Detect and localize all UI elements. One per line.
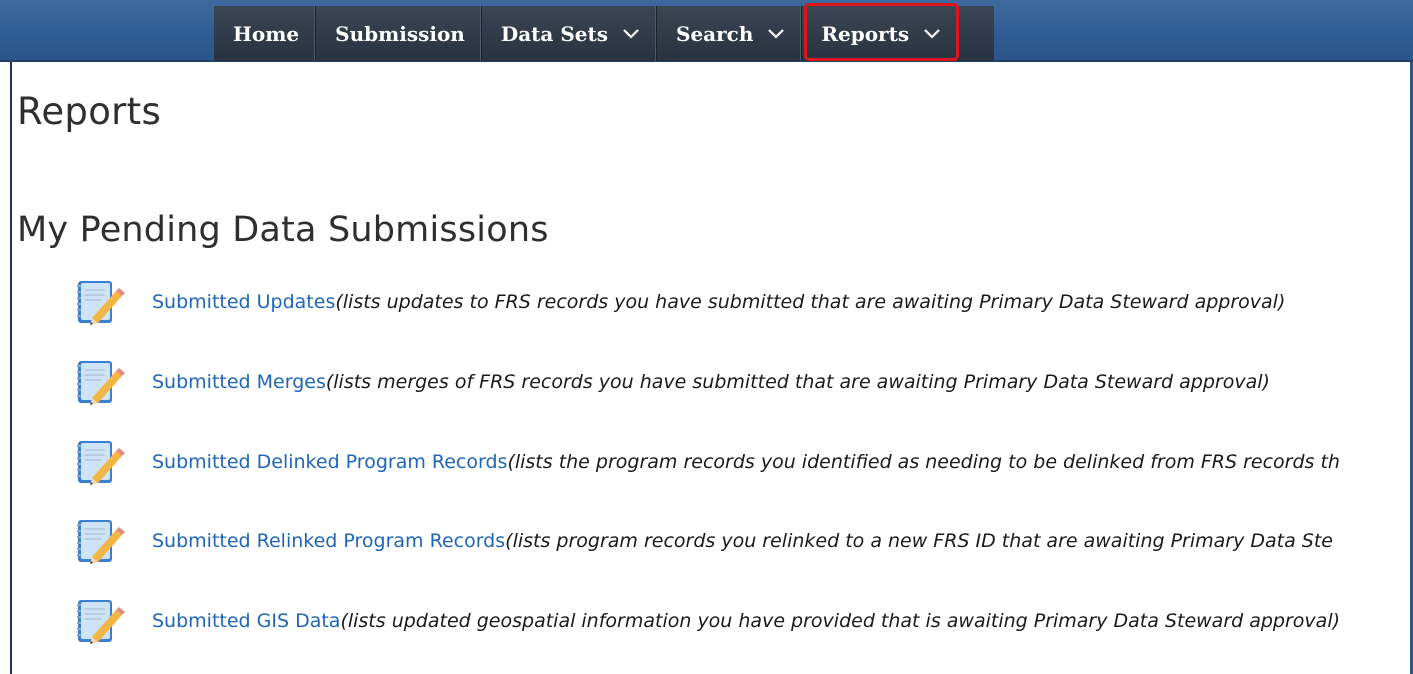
report-description: (lists merges of FRS records you have su… <box>325 371 1270 393</box>
notepad-pencil-icon <box>77 281 125 325</box>
report-link[interactable]: Submitted Relinked Program Records <box>152 530 505 552</box>
content-left-border <box>10 62 12 674</box>
chevron-down-icon <box>768 28 785 39</box>
nav-search[interactable]: Search <box>657 6 803 61</box>
report-link[interactable]: Submitted Updates <box>152 291 335 313</box>
page: Home Submission Data Sets Search Reports… <box>0 0 1413 674</box>
notepad-pencil-icon <box>77 441 125 485</box>
notepad-pencil-icon <box>77 361 125 405</box>
nav-home-label: Home <box>233 21 300 46</box>
page-title: Reports <box>17 90 162 133</box>
report-description: (lists the program records you identifie… <box>507 451 1340 473</box>
report-link[interactable]: Submitted Merges <box>152 371 326 393</box>
nav-submission-label: Submission <box>335 21 465 46</box>
report-item-submitted-delinked: Submitted Delinked Program Records (lists… <box>72 437 1340 487</box>
notepad-pencil-icon <box>77 520 125 564</box>
report-link[interactable]: Submitted Delinked Program Records <box>152 451 507 473</box>
chevron-down-icon <box>623 28 639 39</box>
report-description: (lists updated geospatial information yo… <box>340 610 1341 632</box>
report-item-submitted-gis: Submitted GIS Data (lists updated geospat… <box>72 596 1340 646</box>
report-description: (lists program records you relinked to a… <box>505 530 1333 552</box>
nav-search-label: Search <box>676 21 754 46</box>
main-nav: Home Submission Data Sets Search Reports <box>214 3 994 61</box>
nav-data-sets[interactable]: Data Sets <box>482 6 657 61</box>
report-item-submitted-updates: Submitted Updates (lists updates to FRS r… <box>72 277 1285 327</box>
section-title: My Pending Data Submissions <box>17 210 549 250</box>
report-item-submitted-relinked: Submitted Relinked Program Records (lists… <box>72 516 1333 566</box>
chevron-down-icon <box>924 28 940 39</box>
nav-reports[interactable]: Reports <box>802 3 959 61</box>
report-link[interactable]: Submitted GIS Data <box>152 610 340 632</box>
nav-reports-label: Reports <box>821 21 910 46</box>
nav-home[interactable]: Home <box>214 6 317 61</box>
nav-data-sets-label: Data Sets <box>500 21 608 46</box>
nav-submission[interactable]: Submission <box>316 6 482 61</box>
notepad-pencil-icon <box>77 600 125 644</box>
report-description: (lists updates to FRS records you have s… <box>335 291 1286 313</box>
report-item-submitted-merges: Submitted Merges (lists merges of FRS rec… <box>72 357 1270 407</box>
